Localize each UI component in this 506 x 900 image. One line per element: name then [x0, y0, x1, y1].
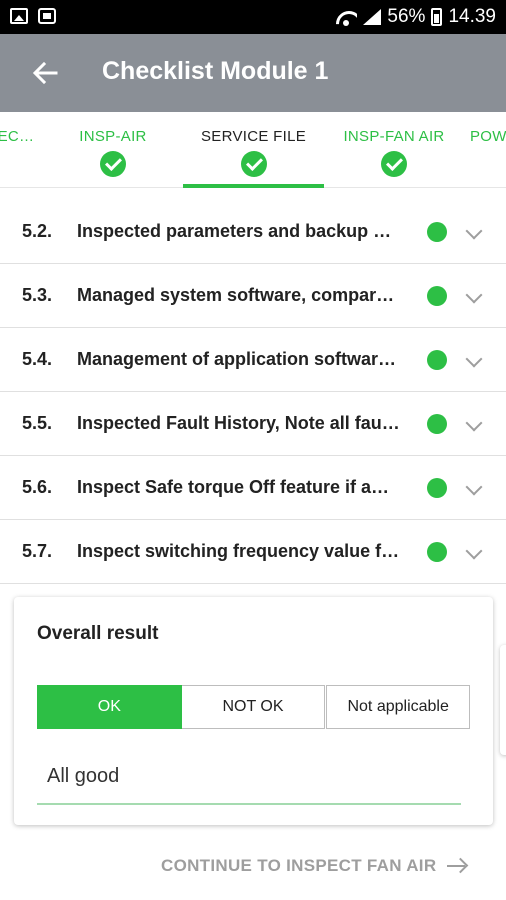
chevron-down-icon[interactable] — [465, 414, 483, 432]
chevron-down-icon[interactable] — [465, 542, 483, 560]
app-bar: Checklist Module 1 — [0, 34, 506, 112]
status-dot — [427, 478, 447, 498]
result-segmented-control: OK NOT OK Not applicable — [37, 685, 471, 729]
item-number: 5.3. — [22, 285, 53, 305]
tab-label: EC… — [0, 128, 35, 145]
item-text: Inspected parameters and backup … — [77, 221, 392, 241]
tab-service-file[interactable]: SERVICE FILE — [183, 112, 324, 188]
ok-option-button[interactable]: OK — [37, 685, 182, 729]
clock: 14.39 — [448, 6, 496, 27]
wifi-icon — [335, 8, 357, 26]
tab-insp-air[interactable]: INSP-AIR — [70, 112, 156, 188]
item-number: 5.7. — [22, 541, 53, 561]
arrow-back-icon — [32, 61, 58, 85]
battery-percent: 56% — [387, 6, 426, 27]
signal-icon — [363, 9, 382, 25]
card-title: Overall result — [37, 623, 159, 644]
tab-label: POW — [470, 128, 506, 145]
back-button[interactable] — [28, 56, 62, 90]
check-circle-icon — [240, 151, 267, 177]
chevron-down-icon[interactable] — [465, 222, 483, 240]
list-item[interactable]: 5.6. Inspect Safe torque Off feature if … — [0, 456, 506, 520]
image-icon — [10, 8, 28, 24]
calendar-icon — [38, 8, 56, 24]
check-circle-icon — [100, 151, 126, 177]
tab-bar: EC… INSP-AIR SERVICE FILE INSP-FAN AIR P… — [0, 112, 506, 188]
item-number: 5.4. — [22, 349, 53, 369]
status-right: 56% 14.39 — [335, 6, 496, 28]
continue-button[interactable]: CONTINUE TO INSPECT FAN AIR — [161, 856, 468, 876]
item-text: Inspect switching frequency value f… — [77, 541, 400, 561]
item-number: 5.5. — [22, 413, 53, 433]
list-item[interactable]: 5.2. Inspected parameters and backup … — [0, 200, 506, 264]
tab-pow[interactable]: POW — [470, 112, 506, 188]
status-left — [10, 8, 56, 24]
chevron-down-icon[interactable] — [465, 286, 483, 304]
item-number: 5.2. — [22, 221, 53, 241]
overall-result-card: Overall result OK NOT OK Not applicable — [14, 597, 493, 825]
page-title: Checklist Module 1 — [102, 57, 329, 85]
battery-icon — [431, 8, 443, 26]
check-circle-icon — [381, 151, 407, 177]
arrow-right-icon — [446, 856, 468, 876]
not-ok-option-button[interactable]: NOT OK — [181, 685, 326, 729]
comment-input[interactable] — [37, 749, 461, 805]
chevron-down-icon[interactable] — [465, 478, 483, 496]
item-number: 5.6. — [22, 477, 53, 497]
tab-label: SERVICE FILE — [200, 128, 307, 145]
next-card-edge — [500, 645, 506, 755]
item-text: Managed system software, compar… — [77, 285, 395, 305]
not-applicable-option-button[interactable]: Not applicable — [326, 685, 471, 729]
status-dot — [427, 286, 447, 306]
list-item[interactable]: 5.4. Management of application softwar… — [0, 328, 506, 392]
tab-label: INSP-FAN AIR — [343, 128, 445, 145]
status-dot — [427, 222, 447, 242]
list-item[interactable]: 5.5. Inspected Fault History, Note all f… — [0, 392, 506, 456]
tab-ec[interactable]: EC… — [0, 112, 40, 188]
list-item[interactable]: 5.3. Managed system software, compar… — [0, 264, 506, 328]
item-text: Inspect Safe torque Off feature if a… — [77, 477, 390, 497]
status-dot — [427, 350, 447, 370]
tab-label: INSP-AIR — [79, 128, 147, 145]
item-text: Management of application softwar… — [77, 349, 397, 369]
status-dot — [427, 414, 447, 434]
chevron-down-icon[interactable] — [465, 350, 483, 368]
item-text: Inspected Fault History, Note all fau… — [77, 413, 400, 433]
status-dot — [427, 542, 447, 562]
list-item[interactable]: 5.7. Inspect switching frequency value f… — [0, 520, 506, 584]
continue-label: CONTINUE TO INSPECT FAN AIR — [161, 856, 437, 875]
tab-insp-fan-air[interactable]: INSP-FAN AIR — [334, 112, 454, 188]
status-bar: 56% 14.39 — [0, 0, 506, 34]
checklist: 5.2. Inspected parameters and backup … 5… — [0, 200, 506, 584]
active-tab-indicator — [183, 184, 324, 188]
